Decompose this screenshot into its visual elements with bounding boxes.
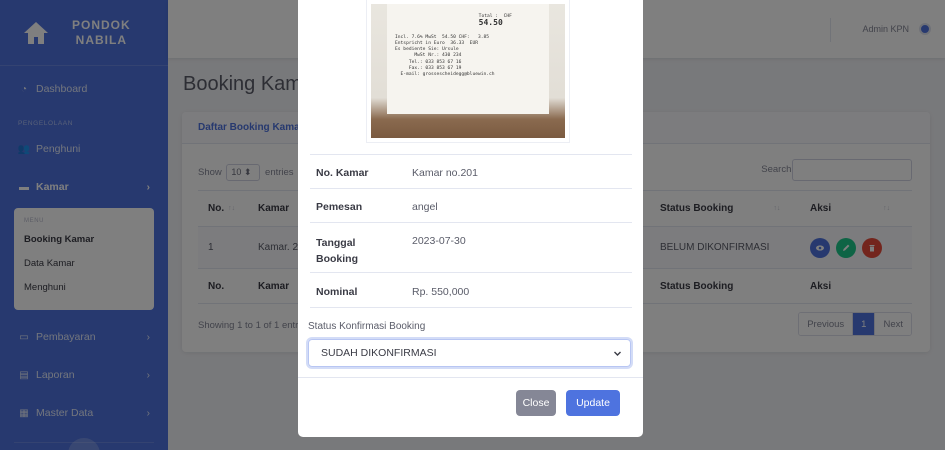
close-button[interactable]: Close [516, 390, 556, 416]
detail-label: Nominal [316, 286, 358, 298]
chevron-down-icon [614, 351, 621, 356]
receipt-photo: Total : CHF 54.50 Incl. 7.6% MwSt 54.50 … [371, 4, 565, 138]
detail-value: 2023-07-30 [412, 235, 466, 247]
detail-value: Kamar no.201 [412, 167, 478, 179]
status-select-value: SUDAH DIKONFIRMASI [321, 347, 437, 359]
booking-detail-modal: Total : CHF 54.50 Incl. 7.6% MwSt 54.50 … [298, 0, 643, 437]
detail-row-no-kamar: No. Kamar Kamar no.201 [310, 154, 632, 188]
detail-row-tanggal-booking: Tanggal Booking 2023-07-30 [310, 222, 632, 272]
detail-label: Pemesan [316, 201, 363, 213]
payment-proof-image: Total : CHF 54.50 Incl. 7.6% MwSt 54.50 … [366, 0, 570, 143]
detail-row-nominal: Nominal Rp. 550,000 [310, 272, 632, 308]
status-select[interactable]: SUDAH DIKONFIRMASI [308, 339, 631, 367]
update-button[interactable]: Update [566, 390, 620, 416]
modal-footer [298, 377, 643, 378]
receipt-line: E-mail: grossescheidegg@bluewin.ch [395, 72, 495, 78]
detail-label: Tanggal Booking [316, 237, 358, 265]
detail-value: angel [412, 201, 438, 213]
receipt-total-value: 54.50 [478, 18, 503, 28]
receipt-paper: Total : CHF 54.50 Incl. 7.6% MwSt 54.50 … [387, 4, 549, 114]
detail-value: Rp. 550,000 [412, 286, 470, 298]
detail-row-pemesan: Pemesan angel [310, 188, 632, 222]
status-label: Status Konfirmasi Booking [308, 321, 426, 332]
detail-label: No. Kamar [316, 167, 369, 179]
